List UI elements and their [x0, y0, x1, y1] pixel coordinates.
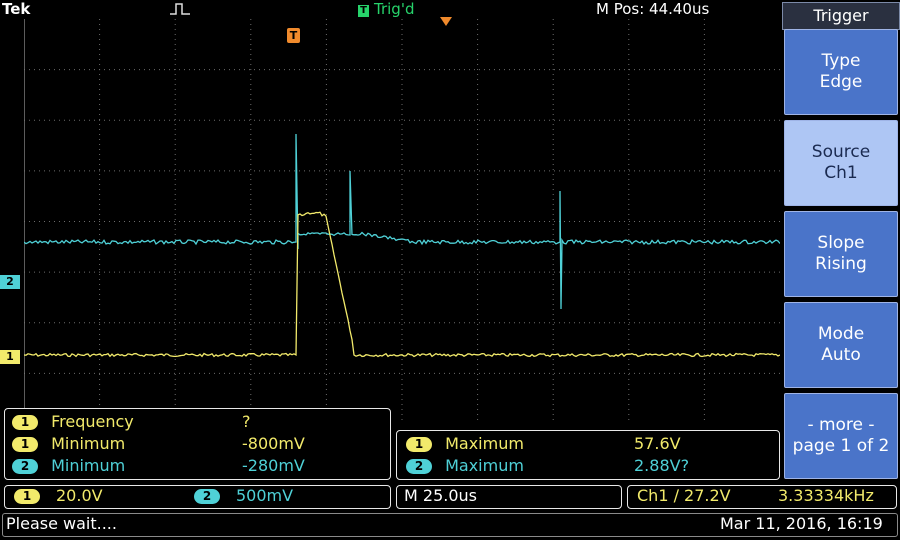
measurement-value: -800mV [242, 434, 305, 453]
trigger-frequency-value: 3.33334kHz [778, 486, 874, 505]
more-page-label: - more - page 1 of 2 [792, 415, 890, 456]
horizontal-position-readout: M Pos: 44.40us [596, 0, 710, 18]
ch1-ground-marker[interactable]: 1 [0, 350, 20, 364]
ch1-volts-per-div: 20.0V [56, 486, 103, 505]
more-page-button[interactable]: - more - page 1 of 2 [784, 393, 898, 479]
ch2-badge: 2 [406, 459, 432, 474]
ch2-ground-marker[interactable]: 2 [0, 275, 20, 289]
measurement-name: Frequency [51, 412, 134, 431]
expansion-point-icon [440, 17, 452, 26]
trigger-slope-label: Slope Rising [815, 233, 867, 274]
brand-logo: Tek [2, 0, 31, 18]
trigger-type-button[interactable]: Type Edge [784, 29, 898, 115]
ch1-badge: 1 [12, 415, 38, 430]
measurement-row: 2 Minimum [12, 456, 125, 476]
measurement-value: -280mV [242, 456, 305, 475]
status-message: Please wait.... [6, 514, 117, 533]
trigger-slope-button[interactable]: Slope Rising [784, 211, 898, 297]
ch2-volts-per-div: 500mV [236, 486, 294, 505]
trigger-status-label: Trig'd [374, 0, 415, 18]
ch2-badge: 2 [194, 489, 220, 504]
measurement-name: Maximum [445, 434, 524, 453]
trigger-mode-label: Mode Auto [817, 324, 865, 365]
trigger-mode-button[interactable]: Mode Auto [784, 302, 898, 388]
trigger-status-icon: T [358, 5, 369, 17]
ch1-badge: 1 [12, 437, 38, 452]
ch1-badge: 1 [14, 489, 40, 504]
acquisition-pulse-icon [170, 3, 190, 15]
measurement-row: 2 Maximum [406, 456, 524, 476]
measurement-row: 1 Frequency [12, 412, 134, 432]
measurement-row: 1 Maximum [406, 434, 524, 454]
trigger-source-label: Source Ch1 [811, 142, 871, 183]
trigger-time-marker[interactable]: T [287, 28, 300, 43]
date-time: Mar 11, 2016, 16:19 [720, 514, 883, 533]
measurement-value: 2.88V? [634, 456, 690, 475]
trigger-status: T Trig'd [358, 0, 414, 18]
trigger-source-button[interactable]: Source Ch1 [784, 120, 898, 206]
measurement-name: Maximum [445, 456, 524, 475]
measurement-value: 57.6V [634, 434, 681, 453]
waveform-display[interactable] [23, 19, 781, 424]
measurement-name: Minimum [51, 434, 126, 453]
graticule [23, 19, 781, 424]
timebase-value: M 25.0us [404, 486, 477, 505]
measurement-name: Minimum [51, 456, 126, 475]
measurement-value: ? [242, 412, 251, 431]
measurement-row: 1 Minimum [12, 434, 125, 454]
ch1-badge: 1 [406, 437, 432, 452]
trigger-type-label: Type Edge [819, 51, 863, 92]
top-status-bar: Tek T Trig'd M Pos: 44.40us [0, 0, 780, 19]
trigger-level-value: Ch1 ∕ 27.2V [637, 486, 731, 505]
ch2-badge: 2 [12, 459, 38, 474]
side-menu-title: Trigger [782, 2, 900, 30]
